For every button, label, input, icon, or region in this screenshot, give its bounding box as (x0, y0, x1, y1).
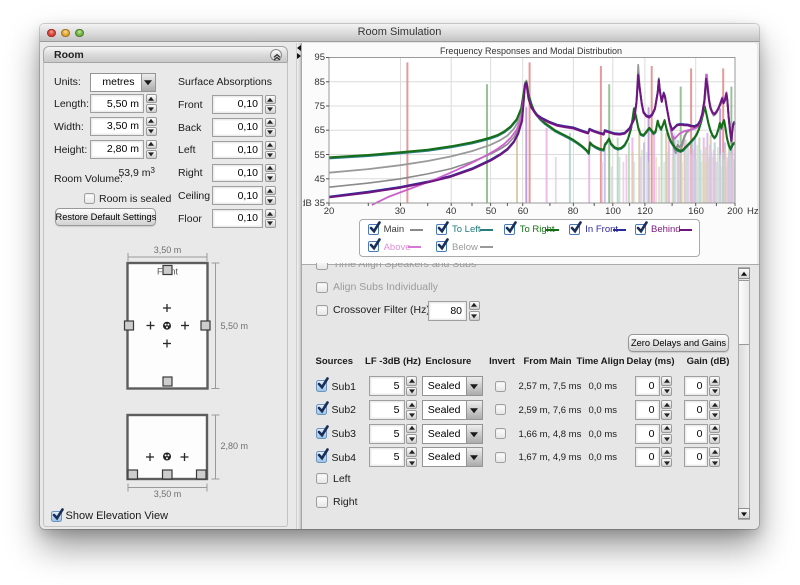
svg-text:80: 80 (568, 206, 579, 217)
svg-text:160: 160 (688, 206, 704, 217)
svg-text:50: 50 (486, 206, 497, 217)
svg-text:200: 200 (727, 206, 743, 217)
svg-text:60: 60 (518, 206, 529, 217)
svg-text:65: 65 (314, 125, 325, 136)
svg-text:20: 20 (324, 206, 335, 217)
svg-text:75: 75 (314, 101, 325, 112)
svg-text:30: 30 (395, 206, 406, 217)
svg-text:3,50 m: 3,50 m (154, 245, 182, 255)
svg-text:40: 40 (446, 206, 457, 217)
svg-text:Frequency Responses and Modal: Frequency Responses and Modal Distributi… (440, 46, 622, 56)
svg-text:120: 120 (637, 206, 653, 217)
svg-text:dB 35: dB 35 (303, 198, 325, 209)
svg-text:100: 100 (605, 206, 621, 217)
svg-text:55: 55 (314, 150, 325, 161)
svg-text:85: 85 (314, 77, 325, 88)
svg-text:3,50 m: 3,50 m (154, 489, 182, 499)
svg-text:2,80 m: 2,80 m (221, 441, 249, 451)
svg-text:Hz: Hz (747, 206, 759, 217)
svg-text:5,50 m: 5,50 m (221, 321, 249, 331)
svg-text:45: 45 (314, 174, 325, 185)
svg-text:95: 95 (314, 52, 325, 63)
